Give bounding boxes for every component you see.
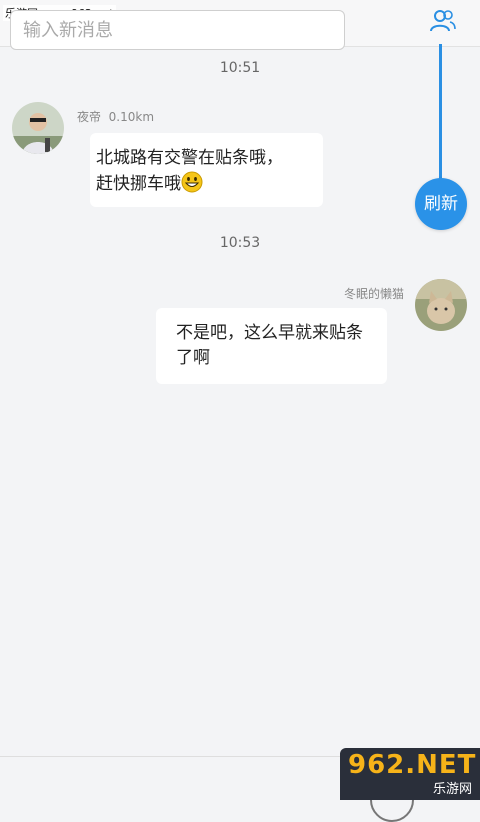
message-text-line: 北城路有交警在贴条哦， <box>96 148 283 168</box>
message-timestamp: 10:51 <box>219 60 261 76</box>
sender-distance: 0.10km <box>108 110 155 124</box>
avatar[interactable] <box>12 102 64 154</box>
sender-meta: 夜帝 0.10km <box>77 108 154 125</box>
message-bubble: 北城路有交警在贴条哦， 赶快挪车哦 <box>90 133 323 207</box>
watermark-logo: 962.NET 乐游网 <box>340 748 480 800</box>
watermark-logo-text: 962.NET <box>348 750 477 780</box>
message-input[interactable] <box>10 10 345 50</box>
avatar[interactable] <box>415 279 467 331</box>
message-text-line: 不是吧，这么早就来贴条 <box>176 323 363 343</box>
contacts-icon[interactable] <box>428 7 456 35</box>
message-text-line: 赶快挪车哦 <box>96 171 323 197</box>
message-text-line: 了啊 <box>176 348 210 368</box>
watermark-logo-subtext: 乐游网 <box>432 782 472 797</box>
message-timestamp: 10:53 <box>219 235 261 251</box>
message-bubble: 不是吧，这么早就来贴条 了啊 <box>156 308 387 384</box>
sender-name: 夜帝 <box>77 110 102 124</box>
smiley-emoji-icon <box>181 171 203 193</box>
message-text: 赶快挪车哦 <box>96 174 181 194</box>
sender-name: 冬眠的懒猫 <box>343 287 404 301</box>
refresh-button[interactable]: 刷新 <box>415 178 467 230</box>
